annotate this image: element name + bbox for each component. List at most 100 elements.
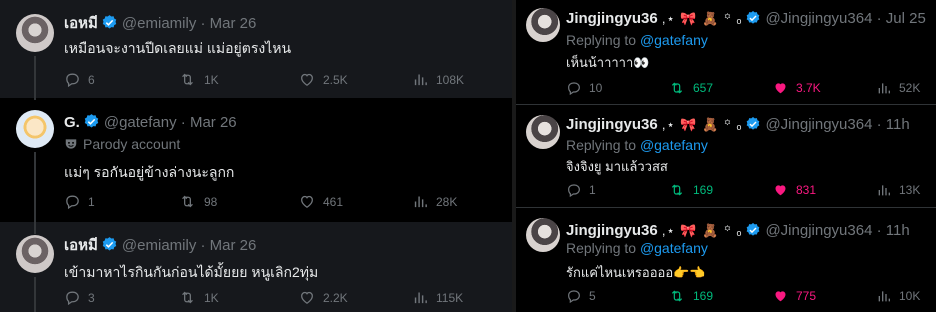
left-thread-panel: เอหมี @emiamily · Mar 26 เหมือนจะงานปีดเล… [0,0,512,312]
replying-to: Replying to @gatefany [566,240,708,256]
timestamp[interactable]: Mar 26 [210,237,257,254]
reply-icon [568,290,580,304]
timestamp[interactable]: Jul 25 [886,10,926,27]
reply-button[interactable]: 1 [566,182,596,198]
tweet[interactable]: เอหมี @emiamily · Mar 26 เข้ามาหาไรกินกัน… [0,222,512,312]
replying-to-link[interactable]: @gatefany [640,240,708,256]
handle[interactable]: @emiamily [122,237,196,254]
retweet-button[interactable]: 657 [668,80,713,96]
tweet[interactable]: G. @gatefany · Mar 26 Parody account แม่ๆ… [0,100,512,222]
tweet-text: เห็นน้าาาาา👀 [566,55,650,70]
tweet-text: เข้ามาหาไรกินกันก่อนได้มั้ยยย หนูเลิก2ทุ… [64,264,319,280]
display-name[interactable]: Jingjingyu36 [566,222,658,239]
reply-button[interactable]: 10 [566,80,602,96]
timestamp[interactable]: Mar 26 [210,15,257,32]
display-name[interactable]: G. [64,114,80,131]
like-count: 461 [323,194,344,209]
retweet-icon [671,82,683,94]
reply-button[interactable]: 6 [64,71,95,88]
separator-dot: · [200,15,206,32]
reply-icon [66,291,79,306]
like-icon [301,195,313,208]
views-count: 108K [436,72,465,87]
tweet-header: Jingjingyu36 ,⋆ 🎀 🧸 ꙳ ₒ @Jingjingyu364 · … [566,116,910,137]
avatar[interactable] [16,235,54,273]
replying-to-link[interactable]: @gatefany [640,137,708,153]
retweet-count: 1K [204,72,219,87]
reply-count: 3 [88,290,95,305]
views-button[interactable]: 10K [876,288,920,304]
thread-connector [34,152,36,222]
verified-badge-icon [745,222,761,243]
like-button[interactable]: 2.5K [298,71,348,88]
tweet-text: รักแค่ไหนเหรออออ👉👈 [566,265,706,280]
avatar[interactable] [526,8,560,42]
reply-button[interactable]: 5 [566,288,596,304]
tweet-actions: 5 169 775 10K [516,288,936,306]
timestamp[interactable]: 11h [886,116,910,133]
reply-button[interactable]: 1 [64,193,95,210]
retweet-button[interactable]: 169 [668,182,713,198]
views-button[interactable]: 13K [876,182,920,198]
timestamp[interactable]: Mar 26 [190,114,237,131]
retweet-icon [671,184,683,196]
timestamp[interactable]: 11h [886,222,910,239]
like-button[interactable]: 461 [298,193,343,210]
reply-button[interactable]: 3 [64,289,95,306]
tweet-header: เอหมี @emiamily · Mar 26 [64,236,256,258]
views-button[interactable]: 115K [412,289,463,306]
retweet-count: 1K [204,290,219,305]
handle[interactable]: @emiamily [122,15,196,32]
views-button[interactable]: 28K [412,193,457,210]
display-name[interactable]: เอหมี [64,15,98,32]
retweet-icon [182,195,193,208]
retweet-button[interactable]: 1K [178,289,219,306]
tweet[interactable]: Jingjingyu36 ,⋆ 🎀 🧸 ꙳ ₒ @Jingjingyu364 · … [516,0,936,104]
display-name[interactable]: เอหมี [64,237,98,254]
avatar[interactable] [526,218,560,252]
avatar[interactable] [16,110,54,148]
tweet-text: แม่ๆ รอกันอยู่ข้างล่างนะลูกก [64,164,235,180]
tweet[interactable]: Jingjingyu36 ,⋆ 🎀 🧸 ꙳ ₒ @Jingjingyu364 · … [516,208,936,312]
like-button[interactable]: 775 [772,288,816,304]
views-button[interactable]: 52K [876,80,920,96]
tweet-actions: 1 98 461 28K [0,193,512,211]
views-button[interactable]: 108K [412,71,464,88]
verified-badge-icon [745,116,761,137]
avatar[interactable] [16,14,54,52]
reply-count: 6 [88,72,95,87]
retweet-button[interactable]: 169 [668,288,713,304]
reply-icon [66,73,79,88]
retweet-icon [671,290,683,302]
thread-connector [34,222,36,234]
like-count: 831 [796,183,817,197]
separator-dot: · [876,116,882,133]
replying-to-link[interactable]: @gatefany [640,32,708,48]
like-icon [775,185,786,196]
name-decoration: ,⋆ 🎀 🧸 ꙳ ₒ [662,223,743,238]
tweet[interactable]: Jingjingyu36 ,⋆ 🎀 🧸 ꙳ ₒ @Jingjingyu364 · … [516,105,936,207]
retweet-button[interactable]: 1K [178,71,219,88]
separator-dot: · [876,222,882,239]
like-button[interactable]: 2.2K [298,289,348,306]
reply-count: 1 [589,183,596,197]
like-button[interactable]: 831 [772,182,816,198]
avatar[interactable] [526,115,560,149]
retweet-button[interactable]: 98 [178,193,217,210]
tweet[interactable]: เอหมี @emiamily · Mar 26 เหมือนจะงานปีดเล… [0,0,512,100]
handle[interactable]: @Jingjingyu364 [765,222,872,239]
display-name[interactable]: Jingjingyu36 [566,116,658,133]
tweet-text: เหมือนจะงานปีดเลยแม่ แม่อยู่ตรงไหน [64,40,292,56]
separator-dot: · [180,114,186,131]
like-button[interactable]: 3.7K [772,80,821,96]
separator-dot: · [876,10,882,27]
views-count: 10K [899,289,921,303]
handle[interactable]: @Jingjingyu364 [765,10,872,27]
views-count: 28K [436,194,458,209]
handle[interactable]: @Jingjingyu364 [765,116,872,133]
tweet-actions: 10 657 3.7K 52K [516,80,936,98]
like-icon [301,291,313,304]
parody-label-text: Parody account [83,136,181,152]
display-name[interactable]: Jingjingyu36 [566,10,658,27]
handle[interactable]: @gatefany [104,114,177,131]
